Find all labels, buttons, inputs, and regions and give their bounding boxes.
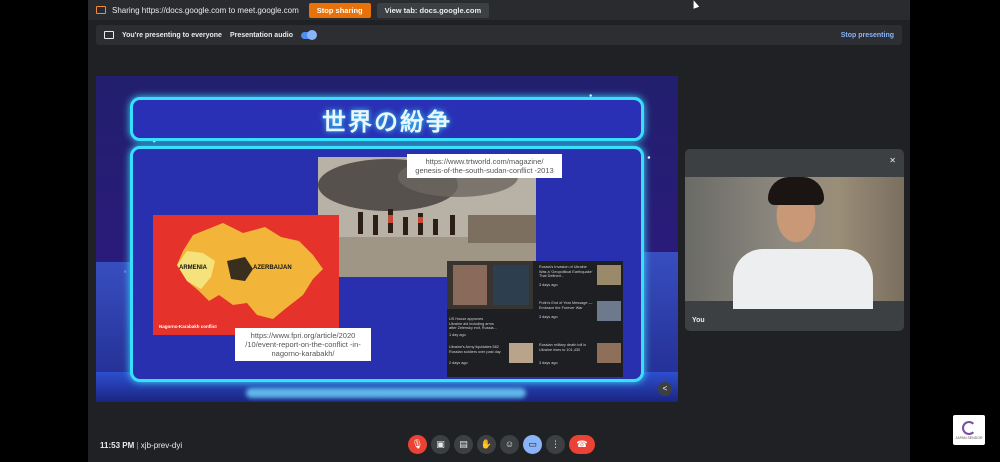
news-headline: Ukraine's Army liquidates 582 Russian so…: [449, 345, 501, 354]
news-age: 1 day ago: [449, 333, 466, 337]
screen: Sharing https://docs.google.com to meet.…: [0, 0, 1000, 462]
sharing-bar: Sharing https://docs.google.com to meet.…: [88, 0, 910, 20]
person-hair: [768, 177, 824, 205]
slide-title: 世界の紛争: [322, 108, 452, 136]
share-icon[interactable]: <: [658, 382, 672, 396]
channel-logo: JAPAN SENDOR: [953, 415, 985, 445]
screen-share-icon: [96, 6, 106, 14]
mic-off-icon: ✕: [889, 156, 896, 165]
news-age: 2 days ago: [449, 361, 468, 365]
mic-toggle-icon[interactable]: 🎙: [408, 434, 427, 454]
news-photo: [493, 265, 529, 305]
news-headline: Putin's End of Year Message — Embrace th…: [539, 301, 593, 310]
slide-title-box: 世界の紛争: [130, 97, 644, 141]
logo-text: JAPAN SENDOR: [955, 435, 983, 440]
presenting-status: You're presenting to everyone: [122, 31, 222, 39]
clock-time: 11:53 PM: [100, 441, 135, 450]
self-video-tile: ✕ You: [685, 149, 904, 331]
news-photo: [453, 265, 487, 305]
news-thumbnail: [597, 265, 621, 285]
presentation-audio-toggle[interactable]: [300, 29, 317, 40]
fpri-source-caption: https://www.fpri.org/article/2020 /10/ev…: [235, 328, 371, 361]
presentation-stage: 世界の紛争 ARMENIA AZERBAIJAN Nagorno-Karabak…: [96, 76, 678, 402]
news-age: 3 days ago: [539, 315, 558, 319]
stop-presenting-button[interactable]: Stop presenting: [841, 32, 894, 39]
presenting-bar: You're presenting to everyone Presentati…: [96, 25, 902, 45]
slide-content-box: ARMENIA AZERBAIJAN Nagorno-Karabakh conf…: [130, 146, 644, 382]
captions-icon[interactable]: ▤: [454, 434, 473, 454]
person-body: [733, 249, 873, 309]
map-shape: [177, 223, 323, 319]
nagorno-karabakh-map: ARMENIA AZERBAIJAN Nagorno-Karabakh conf…: [153, 215, 339, 335]
news-age: 3 days ago: [539, 283, 558, 287]
news-thumbnail: [597, 301, 621, 321]
news-headline: Russian military death toll in Ukraine r…: [539, 343, 587, 352]
call-controls: 🎙 ▣ ▤ ✋ ☺ ▭ ⋮ ☎: [408, 434, 595, 454]
news-thumbnail: [597, 343, 621, 363]
news-collage: US House approves Ukraine aid including …: [447, 261, 623, 377]
sharing-message: Sharing https://docs.google.com to meet.…: [112, 5, 299, 15]
meeting-info: 11:53 PM | xjb-prev-dyi: [100, 441, 182, 450]
info-separator: |: [136, 441, 139, 450]
self-camera-feed: [685, 177, 904, 309]
more-options-icon[interactable]: ⋮: [546, 434, 565, 454]
present-screen-icon: [104, 31, 114, 39]
map-label-armenia: ARMENIA: [179, 265, 207, 271]
meet-window: Sharing https://docs.google.com to meet.…: [88, 0, 910, 462]
news-headline: US House approves Ukraine aid including …: [449, 317, 497, 331]
emoji-reaction-icon[interactable]: ☺: [500, 434, 519, 454]
raise-hand-icon[interactable]: ✋: [477, 434, 496, 454]
slide-floor-glow: [246, 388, 526, 398]
news-thumbnail: [509, 343, 533, 363]
news-headline: Russia's Invasion of Ukraine Was a 'Geop…: [539, 265, 593, 279]
present-now-icon[interactable]: ▭: [523, 434, 542, 454]
self-name-label: You: [692, 317, 705, 324]
hang-up-icon[interactable]: ☎: [569, 434, 595, 454]
news-age: 3 days ago: [539, 361, 558, 365]
logo-mark-icon: [962, 420, 976, 435]
trt-source-caption: https://www.trtworld.com/magazine/ genes…: [407, 154, 562, 178]
stop-sharing-button[interactable]: Stop sharing: [308, 2, 371, 18]
view-tab-button[interactable]: View tab: docs.google.com: [376, 2, 490, 18]
meeting-code: xjb-prev-dyi: [140, 441, 183, 450]
camera-toggle-icon[interactable]: ▣: [431, 434, 450, 454]
presentation-audio-label: Presentation audio: [229, 31, 293, 39]
map-label-azerbaijan: AZERBAIJAN: [253, 265, 292, 271]
map-caption: Nagorno-Karabakh conflict: [159, 324, 217, 329]
